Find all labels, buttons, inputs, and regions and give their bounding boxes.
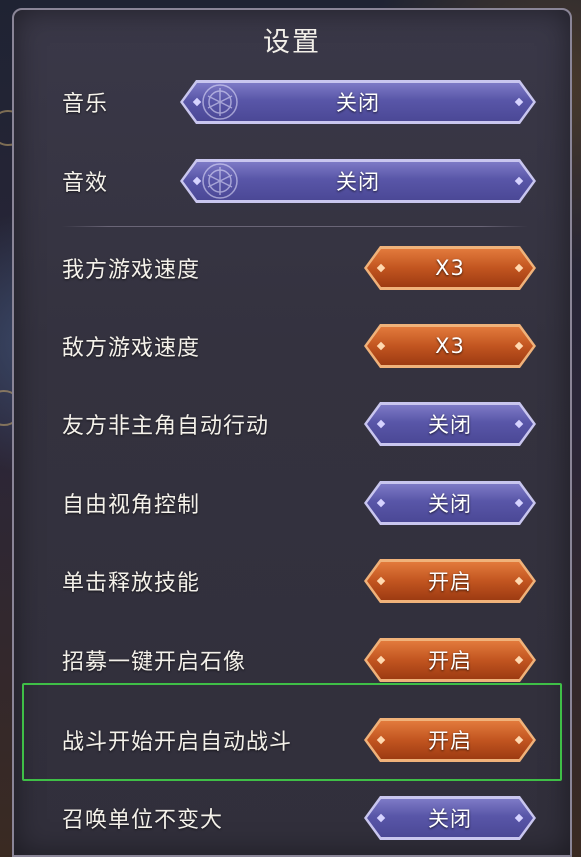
setting-row: 自由视角控制 关闭 [14, 473, 570, 533]
setting-toggle-button[interactable]: X3 [364, 324, 536, 368]
toggle-value: 开启 [428, 649, 472, 673]
setting-row: 敌方游戏速度 X3 [14, 316, 570, 376]
panel-title: 设置 [263, 27, 321, 58]
toggle-value: 关闭 [428, 413, 472, 437]
setting-label: 自由视角控制 [62, 493, 201, 518]
setting-toggle-button[interactable]: 关闭 [180, 80, 536, 124]
setting-row: 招募一键开启石像 开启 [14, 630, 570, 690]
setting-label: 我方游戏速度 [62, 258, 201, 283]
setting-toggle-button[interactable]: 开启 [364, 559, 536, 603]
crest-emblem-icon [200, 82, 240, 122]
toggle-value: 关闭 [428, 807, 472, 831]
setting-toggle-button[interactable]: 关闭 [364, 796, 536, 840]
setting-toggle-button[interactable]: X3 [364, 246, 536, 290]
toggle-value: 关闭 [336, 91, 380, 115]
setting-row: 召唤单位不变大 关闭 [14, 788, 570, 848]
toggle-value: X3 [435, 334, 465, 358]
crest-emblem-icon [200, 161, 240, 201]
setting-label: 友方非主角自动行动 [62, 414, 270, 439]
setting-label: 音乐 [62, 92, 109, 117]
toggle-value: 关闭 [428, 492, 472, 516]
setting-toggle-button[interactable]: 关闭 [364, 402, 536, 446]
toggle-value: 开启 [428, 570, 472, 594]
setting-label: 敌方游戏速度 [62, 336, 201, 361]
setting-row: 友方非主角自动行动 关闭 [14, 394, 570, 454]
setting-label: 招募一键开启石像 [62, 650, 247, 675]
setting-label: 音效 [62, 171, 109, 196]
setting-toggle-button[interactable]: 开启 [364, 718, 536, 762]
settings-panel: 设置 音乐 关闭 音效 关闭 我方游戏速度 X3 敌方游戏速度 X3 友方非主角自动行动 关闭 自由… [12, 8, 572, 857]
toggle-value: 关闭 [336, 170, 380, 194]
setting-toggle-button[interactable]: 关闭 [180, 159, 536, 203]
setting-row: 音效 关闭 [14, 151, 570, 211]
setting-label: 召唤单位不变大 [62, 808, 224, 833]
toggle-value: X3 [435, 256, 465, 280]
setting-row: 战斗开始开启自动战斗 开启 [14, 710, 570, 770]
setting-row: 单击释放技能 开启 [14, 551, 570, 611]
setting-row: 音乐 关闭 [14, 72, 570, 132]
setting-label: 战斗开始开启自动战斗 [62, 730, 293, 755]
toggle-value: 开启 [428, 729, 472, 753]
setting-toggle-button[interactable]: 关闭 [364, 481, 536, 525]
setting-label: 单击释放技能 [62, 571, 201, 596]
setting-row: 我方游戏速度 X3 [14, 238, 570, 298]
setting-toggle-button[interactable]: 开启 [364, 638, 536, 682]
section-divider [62, 226, 528, 227]
